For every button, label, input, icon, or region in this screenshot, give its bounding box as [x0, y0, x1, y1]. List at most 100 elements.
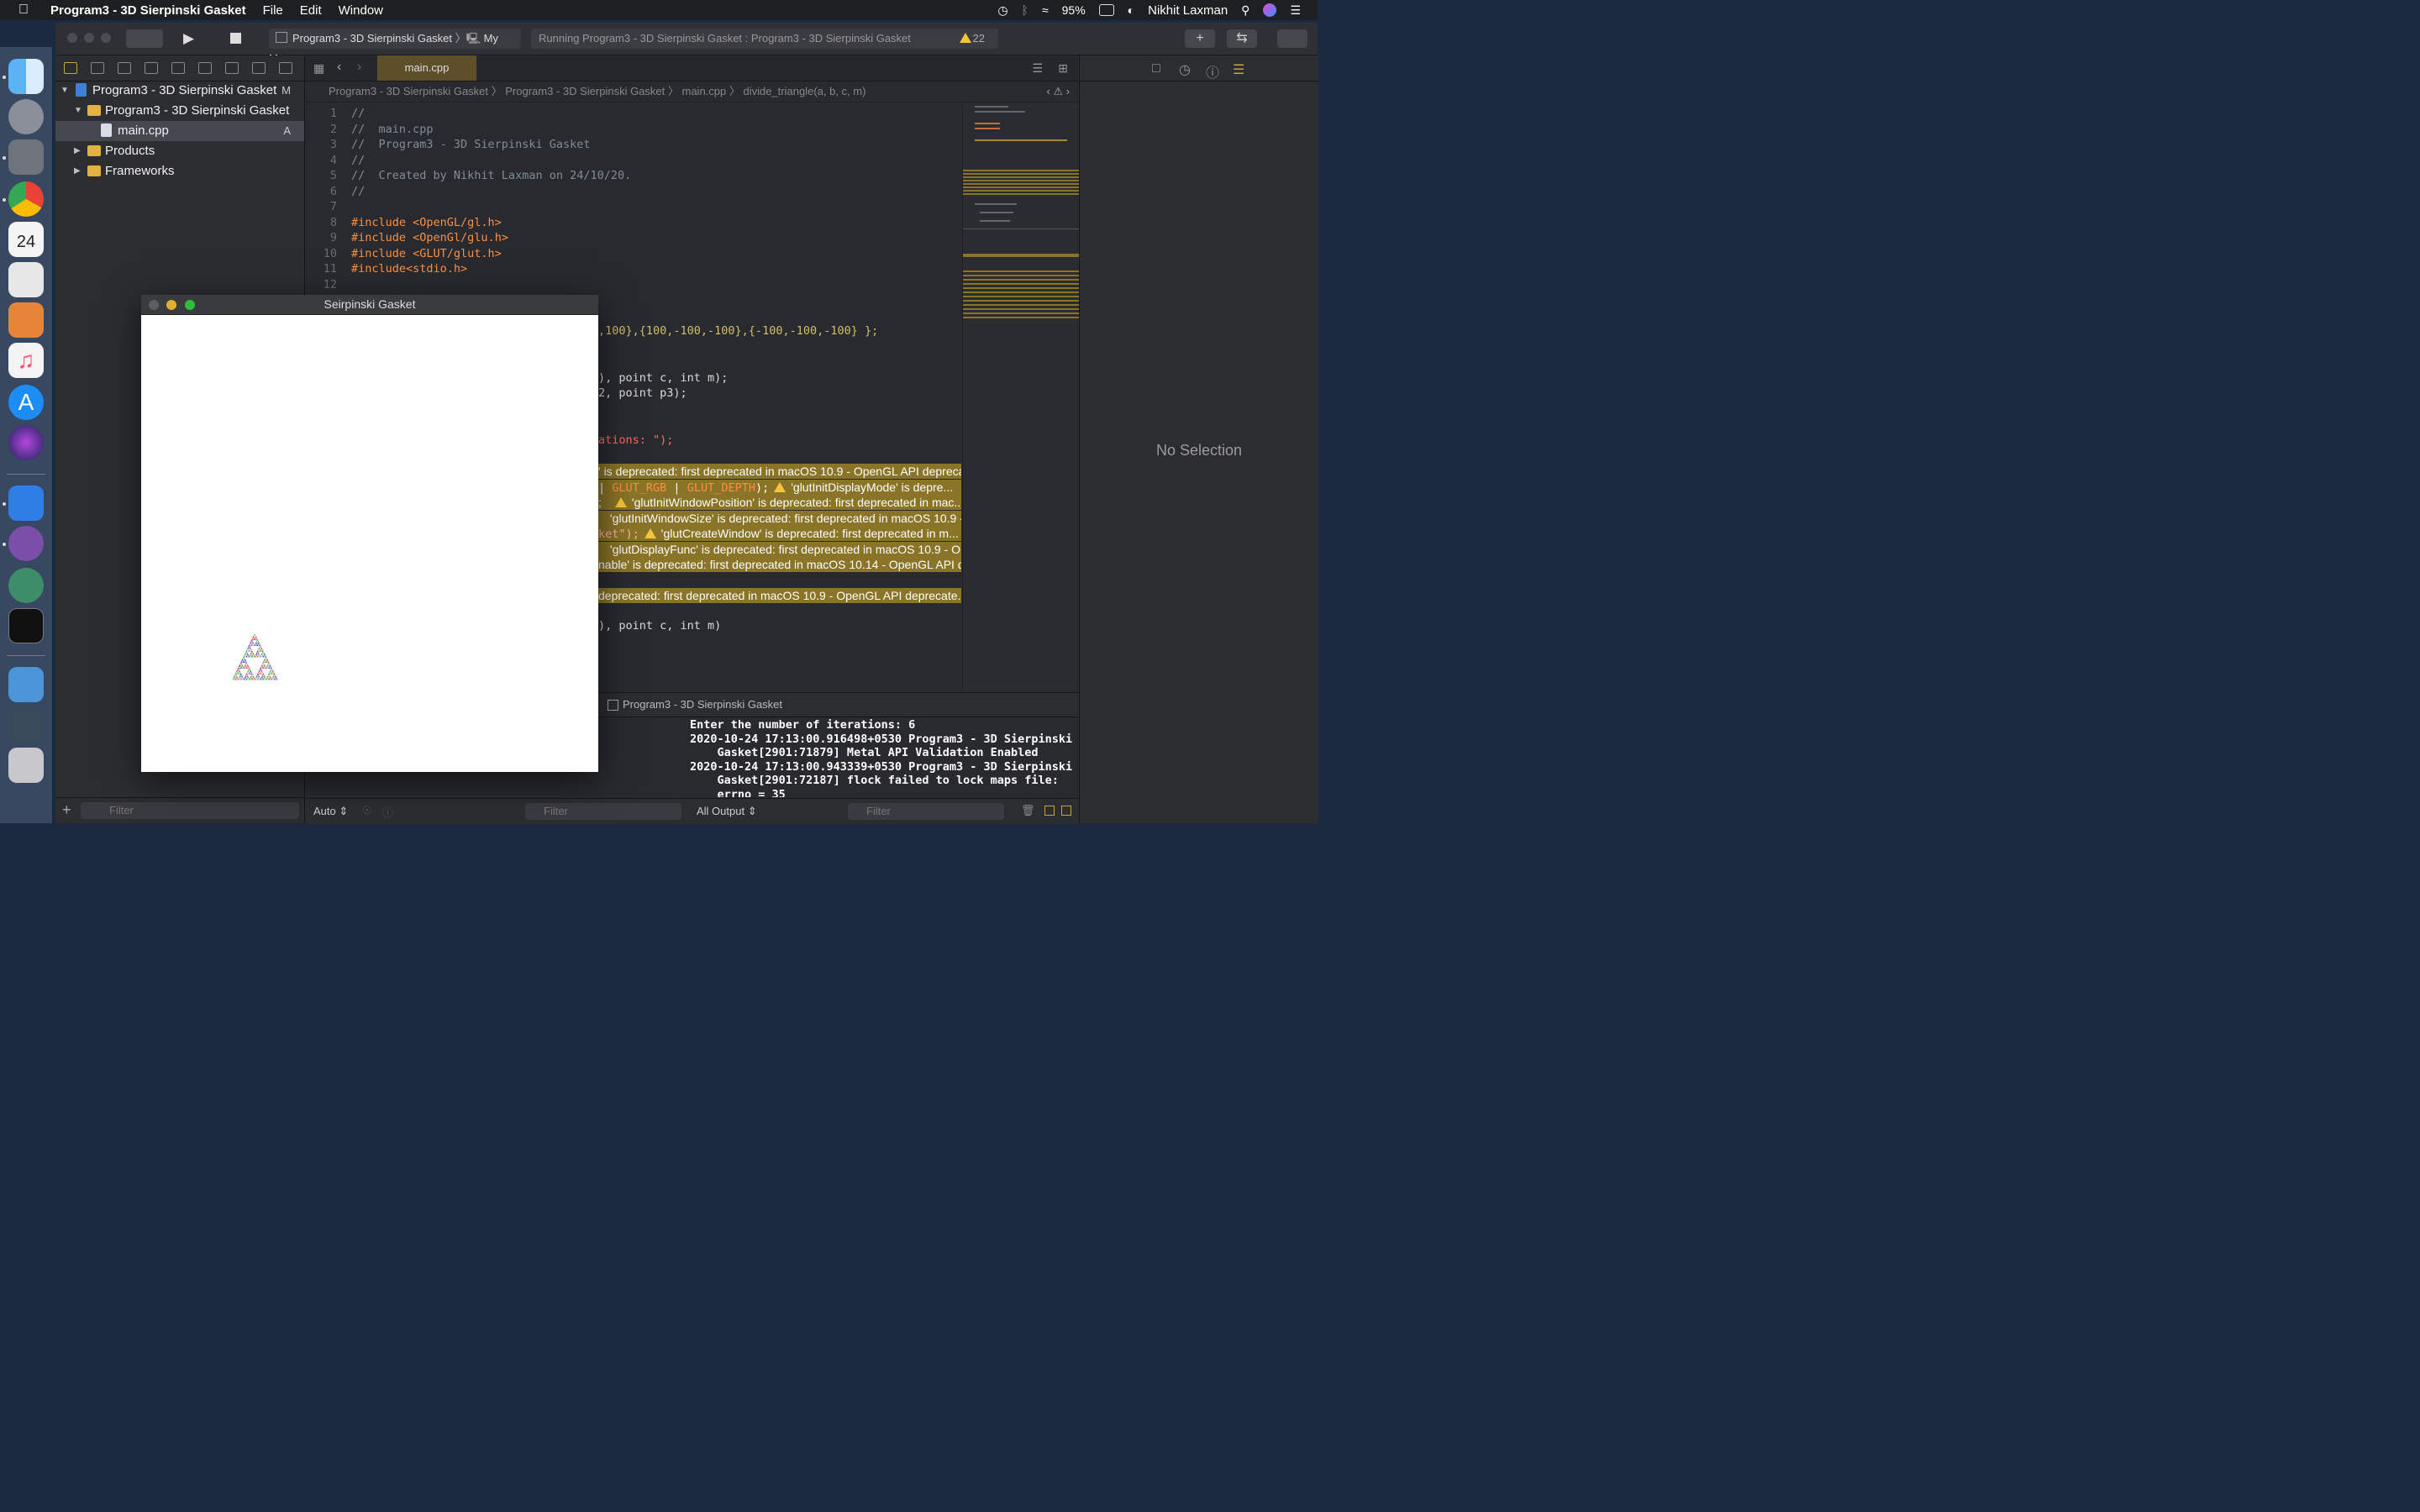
- github-desktop-icon[interactable]: [8, 526, 44, 561]
- battery-percent[interactable]: 95%: [1062, 3, 1086, 17]
- disclosure-closed-icon[interactable]: ▶: [74, 141, 81, 161]
- test-navigator-tab[interactable]: [198, 62, 212, 74]
- siri-icon[interactable]: [1263, 3, 1277, 17]
- file-inspector-icon[interactable]: □: [1152, 61, 1160, 76]
- trash-icon[interactable]: [8, 748, 44, 783]
- scheme-selector[interactable]: Program3 - 3D Sierpinski Gasket 〉🖳 My Ma…: [269, 29, 521, 65]
- music-icon[interactable]: ♫: [8, 343, 44, 378]
- back-icon[interactable]: ‹: [337, 60, 341, 75]
- warning-count[interactable]: 22: [959, 29, 985, 49]
- code-review-button[interactable]: ⇆: [1227, 29, 1257, 48]
- stop-icon[interactable]: [230, 33, 241, 44]
- output-selector[interactable]: All Output ⇕: [697, 805, 757, 818]
- navigator-filter-input[interactable]: Filter: [81, 802, 299, 819]
- app-store-icon[interactable]: A: [8, 385, 44, 420]
- close-button[interactable]: [149, 300, 159, 310]
- apple-icon[interactable]: : [18, 3, 35, 18]
- stack-icon[interactable]: [8, 707, 44, 743]
- chrome-icon[interactable]: [8, 181, 44, 217]
- jump-project[interactable]: Program3 - 3D Sierpinski Gasket: [329, 85, 488, 97]
- bluetooth-icon[interactable]: ᛒ: [1022, 3, 1028, 17]
- xcode-icon[interactable]: [8, 486, 44, 521]
- eye-icon[interactable]: ☉: [362, 804, 372, 817]
- run-icon[interactable]: ▶: [183, 30, 194, 47]
- add-icon[interactable]: +: [62, 801, 71, 819]
- find-navigator-tab[interactable]: [145, 62, 158, 74]
- trash-icon[interactable]: 🗑: [1021, 804, 1035, 817]
- menu-file[interactable]: File: [263, 3, 283, 18]
- battery-icon[interactable]: [1098, 4, 1114, 16]
- atom-icon[interactable]: [8, 568, 44, 603]
- minimize-button[interactable]: [84, 33, 94, 43]
- minimap[interactable]: [962, 102, 1079, 690]
- jump-group[interactable]: Program3 - 3D Sierpinski Gasket: [505, 85, 665, 97]
- console-output[interactable]: Enter the number of iterations: 6 2020-1…: [690, 718, 1078, 797]
- debug-navigator-tab[interactable]: [225, 62, 239, 74]
- disclosure-closed-icon[interactable]: ▶: [74, 161, 81, 181]
- terminal-exec-icon[interactable]: [8, 608, 44, 643]
- spotlight-search-icon[interactable]: ⚲: [1241, 3, 1249, 18]
- library-button[interactable]: +: [1185, 29, 1215, 48]
- clock-icon[interactable]: ◐: [1128, 3, 1134, 17]
- minimize-button[interactable]: [166, 300, 176, 310]
- history-inspector-icon[interactable]: ◷: [1179, 61, 1191, 78]
- time-machine-icon[interactable]: ◷: [997, 3, 1007, 18]
- menu-edit[interactable]: Edit: [300, 3, 322, 18]
- calculator-icon[interactable]: [8, 302, 44, 338]
- user-name[interactable]: Nikhit Laxman: [1148, 3, 1228, 18]
- info-icon[interactable]: ⓘ: [382, 804, 393, 820]
- attributes-inspector-icon[interactable]: ☰: [1233, 61, 1244, 78]
- warning-banner[interactable]: | GLUT_RGB | GLUT_DEPTH);'glutInitDispla…: [598, 480, 961, 495]
- breakpoint-navigator-tab[interactable]: [252, 62, 266, 74]
- tab-main-cpp[interactable]: main.cpp: [377, 55, 476, 81]
- zoom-button[interactable]: [101, 33, 111, 43]
- console-filter-input[interactable]: Filter: [848, 803, 1004, 820]
- close-button[interactable]: [67, 33, 77, 43]
- jump-symbol[interactable]: divide_triangle(a, b, c, m): [743, 85, 865, 97]
- warning-banner[interactable]: ' is deprecated: first deprecated in mac…: [598, 464, 961, 479]
- jump-file[interactable]: main.cpp: [682, 85, 727, 97]
- warning-banner[interactable]: ;'glutInitWindowPosition' is deprecated:…: [598, 495, 961, 510]
- folder-icon[interactable]: [8, 667, 44, 702]
- finder-icon[interactable]: [8, 59, 44, 94]
- variables-filter-input[interactable]: Filter: [525, 803, 681, 820]
- system-preferences-icon[interactable]: [8, 139, 44, 175]
- inspector-toggle-button[interactable]: [1277, 29, 1307, 48]
- split-left-icon[interactable]: [1044, 806, 1055, 816]
- navigator-toggle-button[interactable]: [126, 29, 163, 48]
- variables-view-selector[interactable]: Auto ⇕: [313, 805, 348, 818]
- add-editor-icon[interactable]: ⊞: [1058, 61, 1068, 76]
- split-right-icon[interactable]: [1061, 806, 1071, 816]
- textedit-icon[interactable]: [8, 262, 44, 297]
- tree-project[interactable]: ▼ Program3 - 3D Sierpinski Gasket M: [55, 81, 304, 101]
- source-control-tab[interactable]: [91, 62, 104, 74]
- symbol-navigator-tab[interactable]: [118, 62, 131, 74]
- tree-frameworks[interactable]: ▶ Frameworks: [55, 161, 304, 181]
- grid-icon[interactable]: ▦: [313, 61, 324, 76]
- warning-banner[interactable]: 'glutDisplayFunc' is deprecated: first d…: [598, 542, 961, 557]
- siri-app-icon[interactable]: [8, 425, 44, 460]
- menu-app-name[interactable]: Program3 - 3D Sierpinski Gasket: [50, 3, 246, 18]
- issue-navigator-tab[interactable]: [171, 62, 185, 74]
- help-inspector-icon[interactable]: ⓘ: [1206, 61, 1219, 81]
- warning-banner[interactable]: ket");'glutCreateWindow' is deprecated: …: [598, 526, 961, 541]
- zoom-button[interactable]: [185, 300, 195, 310]
- tree-file-main-cpp[interactable]: main.cpp A: [55, 121, 304, 141]
- wifi-icon[interactable]: ≈: [1042, 3, 1049, 17]
- project-navigator-tab[interactable]: [64, 62, 77, 74]
- disclosure-open-icon[interactable]: ▼: [74, 101, 82, 121]
- warning-banner[interactable]: deprecated: first deprecated in macOS 10…: [598, 588, 961, 603]
- disclosure-open-icon[interactable]: ▼: [60, 81, 69, 101]
- warning-banner[interactable]: nable' is deprecated: first deprecated i…: [598, 557, 961, 572]
- menu-window[interactable]: Window: [339, 3, 383, 18]
- glut-title-bar[interactable]: Seirpinski Gasket: [141, 295, 598, 315]
- calendar-icon[interactable]: 24: [8, 222, 44, 257]
- warning-banner[interactable]: 'glutInitWindowSize' is deprecated: firs…: [598, 511, 961, 526]
- debug-target[interactable]: Program3 - 3D Sierpinski Gasket: [623, 693, 782, 717]
- adjust-editor-icon[interactable]: ☰: [1032, 61, 1043, 76]
- tree-products[interactable]: ▶ Products: [55, 141, 304, 161]
- report-navigator-tab[interactable]: [279, 62, 292, 74]
- notification-center-icon[interactable]: ☰: [1290, 3, 1301, 18]
- issue-stepper-icon[interactable]: ‹ ⚠ ›: [1046, 81, 1070, 102]
- tree-group[interactable]: ▼ Program3 - 3D Sierpinski Gasket: [55, 101, 304, 121]
